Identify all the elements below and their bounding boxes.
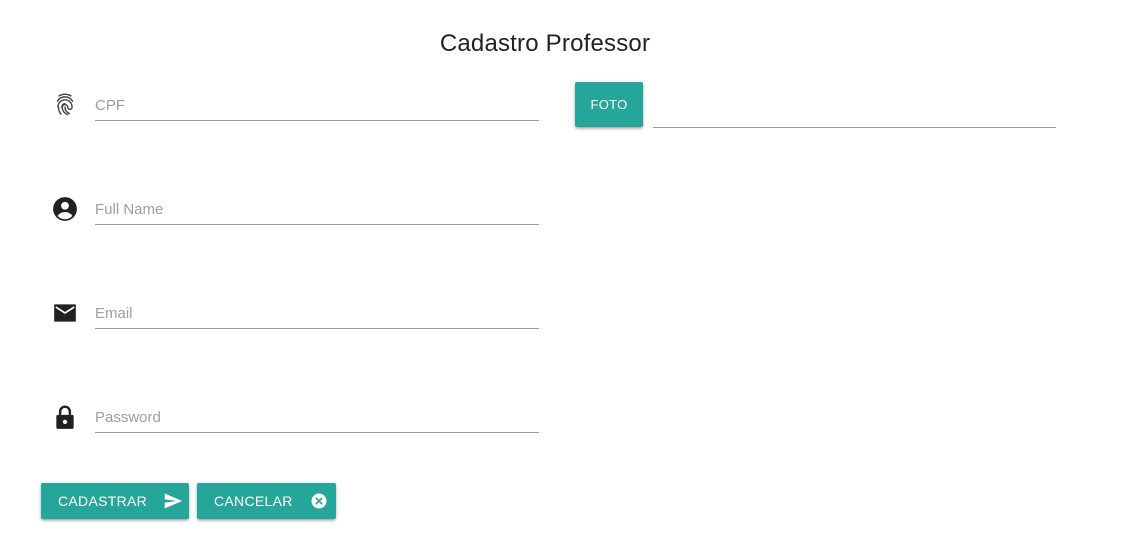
email-input[interactable] xyxy=(95,298,539,329)
cancelar-button-label: CANCELAR xyxy=(214,493,293,509)
cancel-icon xyxy=(309,491,329,511)
mail-icon xyxy=(52,300,78,326)
lock-icon xyxy=(52,404,78,430)
cadastrar-button[interactable]: CADASTRAR xyxy=(41,483,189,519)
foto-file-path-input[interactable] xyxy=(653,95,1056,128)
full-name-field-row xyxy=(50,186,539,236)
account-circle-icon xyxy=(52,196,78,222)
password-input[interactable] xyxy=(95,402,539,433)
page-title: Cadastro Professor xyxy=(439,30,651,57)
foto-button[interactable]: FOTO xyxy=(575,82,643,127)
fingerprint-icon xyxy=(52,92,78,118)
email-field-row xyxy=(50,290,539,340)
cpf-field-row xyxy=(50,82,539,132)
cpf-input[interactable] xyxy=(95,90,539,121)
page: Cadastro Professor FOTO xyxy=(0,0,1145,541)
password-field-row xyxy=(50,394,539,444)
cancelar-button[interactable]: CANCELAR xyxy=(197,483,336,519)
full-name-input[interactable] xyxy=(95,194,539,225)
cadastrar-button-label: CADASTRAR xyxy=(58,493,148,509)
send-icon xyxy=(163,491,183,511)
